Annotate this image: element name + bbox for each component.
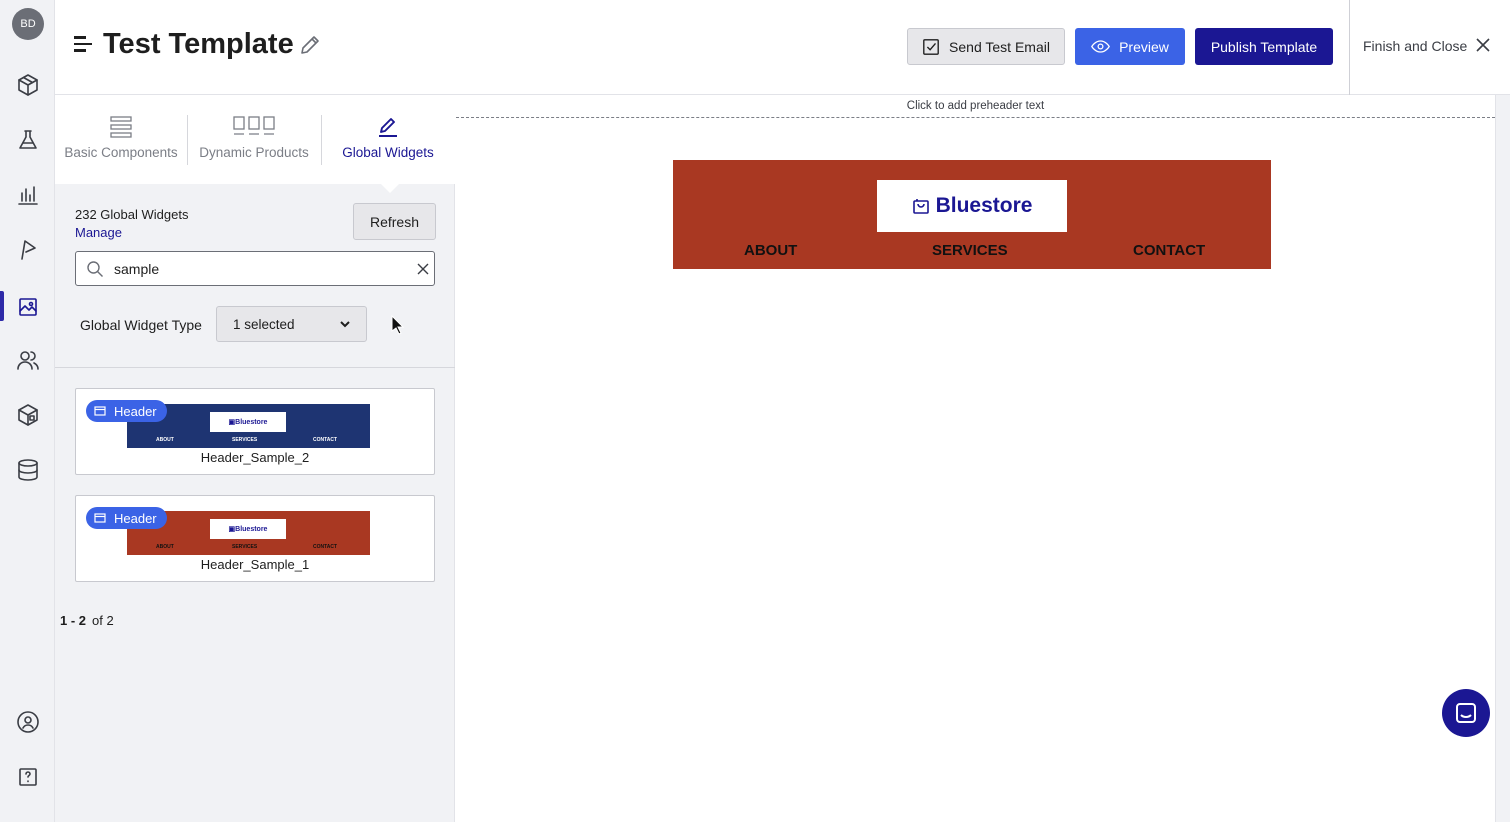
- publish-template-label: Publish Template: [1210, 38, 1318, 55]
- send-test-email-button[interactable]: Send Test Email: [907, 28, 1065, 65]
- preview-button[interactable]: Preview: [1075, 28, 1185, 65]
- pager-range: 1 - 2: [60, 613, 87, 628]
- grid-icon: [233, 116, 275, 135]
- tab-label: Basic Components: [64, 145, 178, 160]
- send-test-email-label: Send Test Email: [949, 38, 1050, 55]
- chevron-down-icon: [340, 321, 350, 328]
- tab-global-widgets[interactable]: Global Widgets: [328, 95, 448, 184]
- tab-basic-components[interactable]: Basic Components: [61, 95, 181, 184]
- widget-card[interactable]: ▣ Bluestore ABOUT SERVICES CONTACT Header…: [75, 388, 435, 475]
- tab-pointer: [381, 184, 399, 193]
- search-input[interactable]: [114, 259, 404, 279]
- preview-label: Preview: [1119, 38, 1169, 55]
- manage-link[interactable]: Manage: [75, 225, 122, 240]
- widget-type-badge: Header: [86, 400, 167, 422]
- widget-type-value: 1 selected: [233, 316, 295, 332]
- list-icon: [110, 116, 132, 138]
- component-tabs: Basic Components Dynamic Products Global…: [55, 95, 455, 184]
- menu-icon[interactable]: [74, 36, 94, 56]
- email-nav-about[interactable]: ABOUT: [744, 242, 797, 259]
- image-icon[interactable]: [12, 291, 44, 323]
- email-header-block[interactable]: Bluestore ABOUT SERVICES CONTACT: [673, 160, 1271, 269]
- package-icon[interactable]: [12, 399, 44, 431]
- eye-icon: [1091, 40, 1111, 53]
- left-rail: BD: [0, 0, 55, 822]
- clear-search-icon[interactable]: [417, 263, 429, 275]
- widget-count: 232 Global Widgets: [75, 207, 189, 222]
- help-square-icon[interactable]: [12, 761, 44, 793]
- mouse-cursor-icon: [391, 315, 405, 335]
- widget-name: Header_Sample_1: [200, 557, 310, 572]
- window-icon: [94, 513, 106, 523]
- app: BD Test Template Send Test Email Preview…: [0, 0, 1510, 822]
- thumbnail-logo: ▣ Bluestore: [210, 412, 286, 432]
- flask-icon[interactable]: [12, 124, 44, 156]
- thumbnail-logo: ▣ Bluestore: [210, 519, 286, 539]
- shopping-bag-icon: [912, 199, 929, 214]
- widget-type-label: Global Widget Type: [80, 317, 202, 333]
- widget-type-badge: Header: [86, 507, 167, 529]
- widget-card[interactable]: ▣ Bluestore ABOUT SERVICES CONTACT Header…: [75, 495, 435, 582]
- users-icon[interactable]: [12, 344, 44, 376]
- email-canvas: Click to add preheader text Bluestore AB…: [456, 95, 1495, 822]
- flag-icon[interactable]: [12, 234, 44, 266]
- box-icon[interactable]: [12, 69, 44, 101]
- help-circle-icon[interactable]: [12, 706, 44, 738]
- refresh-button[interactable]: Refresh: [353, 203, 436, 240]
- page-title: Test Template: [103, 28, 294, 60]
- email-nav-services[interactable]: SERVICES: [932, 242, 1008, 259]
- search-icon: [87, 261, 103, 277]
- edit-icon: [379, 118, 397, 137]
- tab-label: Dynamic Products: [199, 145, 309, 160]
- check-square-icon: [923, 38, 939, 55]
- tab-dynamic-products[interactable]: Dynamic Products: [194, 95, 314, 184]
- search-field: [75, 251, 435, 286]
- window-icon: [94, 406, 106, 416]
- canvas-scrollbar[interactable]: [1495, 95, 1510, 822]
- panel-divider: [55, 367, 455, 368]
- pager-total: of 2: [92, 613, 114, 628]
- avatar[interactable]: BD: [12, 8, 44, 40]
- widget-name: Header_Sample_2: [200, 450, 310, 465]
- email-nav-contact[interactable]: CONTACT: [1133, 242, 1205, 259]
- components-panel: Basic Components Dynamic Products Global…: [55, 95, 455, 822]
- email-logo[interactable]: Bluestore: [877, 180, 1067, 232]
- tab-label: Global Widgets: [342, 145, 434, 160]
- preheader-placeholder[interactable]: Click to add preheader text: [456, 95, 1495, 118]
- pagination: 1 - 2 of 2: [60, 613, 114, 628]
- widget-type-select[interactable]: 1 selected: [216, 306, 367, 342]
- database-icon[interactable]: [12, 454, 44, 486]
- rail-active-indicator: [0, 291, 4, 321]
- bar-chart-icon[interactable]: [12, 179, 44, 211]
- chat-icon: [1456, 703, 1476, 723]
- pencil-icon[interactable]: [298, 33, 322, 57]
- finish-and-close-button[interactable]: Finish and Close: [1363, 38, 1467, 54]
- header-divider: [1349, 0, 1350, 95]
- publish-template-button[interactable]: Publish Template: [1195, 28, 1333, 65]
- close-icon[interactable]: [1475, 37, 1491, 53]
- chat-launcher-button[interactable]: [1442, 689, 1490, 737]
- top-bar: Test Template Send Test Email Preview Pu…: [55, 0, 1510, 95]
